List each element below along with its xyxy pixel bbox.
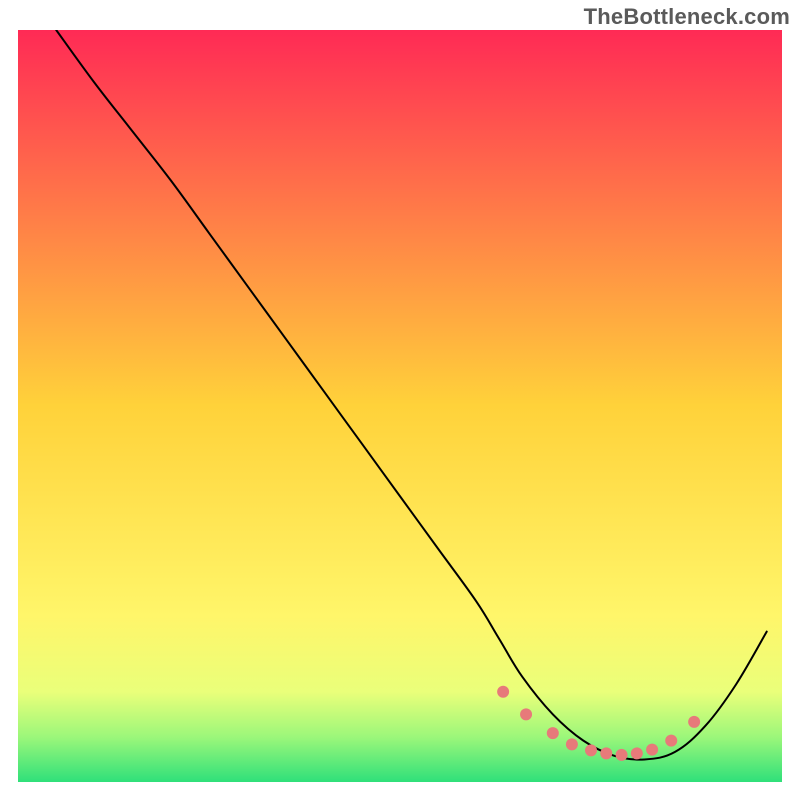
- watermark-text: TheBottleneck.com: [584, 4, 790, 30]
- bottleneck-chart: [18, 30, 782, 782]
- data-marker: [566, 738, 578, 750]
- data-marker: [585, 744, 597, 756]
- data-marker: [646, 744, 658, 756]
- data-marker: [688, 716, 700, 728]
- data-marker: [497, 686, 509, 698]
- chart-background: [18, 30, 782, 782]
- data-marker: [665, 735, 677, 747]
- data-marker: [616, 749, 628, 761]
- data-marker: [631, 747, 643, 759]
- chart-container: [18, 30, 782, 782]
- data-marker: [600, 747, 612, 759]
- data-marker: [547, 727, 559, 739]
- data-marker: [520, 708, 532, 720]
